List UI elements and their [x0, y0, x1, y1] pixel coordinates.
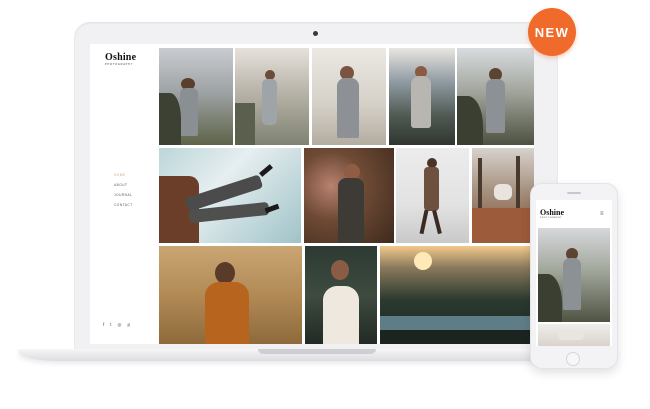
gallery-photo[interactable]: [305, 246, 377, 344]
pinterest-icon[interactable]: p: [127, 322, 130, 328]
nav-item-contact[interactable]: CONTACT: [114, 200, 133, 210]
laptop-notch: [258, 349, 376, 354]
sidebar: Oshine PHOTOGRAPHY HOME ABOUT JOURNAL CO…: [90, 44, 157, 344]
hamburger-menu-icon[interactable]: ≡: [600, 211, 604, 217]
laptop-camera: [313, 31, 318, 36]
product-mockup: Oshine PHOTOGRAPHY HOME ABOUT JOURNAL CO…: [0, 0, 650, 409]
gallery-photo[interactable]: [159, 246, 302, 344]
facebook-icon[interactable]: f: [103, 322, 104, 328]
brand-tagline: PHOTOGRAPHY: [105, 63, 134, 66]
gallery-photo[interactable]: [396, 148, 469, 243]
gallery-photo[interactable]: [389, 48, 455, 145]
gallery-photo[interactable]: [472, 148, 534, 243]
gallery-photo[interactable]: [380, 246, 534, 344]
gallery-photo[interactable]: [235, 48, 309, 145]
mobile-gallery-photo[interactable]: [538, 228, 610, 322]
gallery-photo[interactable]: [457, 48, 534, 145]
mobile-brand-tagline: PHOTOGRAPHY: [540, 217, 563, 219]
nav-item-home[interactable]: HOME: [114, 170, 133, 180]
gallery-photo[interactable]: [312, 48, 386, 145]
laptop-screen: Oshine PHOTOGRAPHY HOME ABOUT JOURNAL CO…: [90, 44, 534, 344]
mobile-brand-logo[interactable]: Oshine: [540, 208, 564, 217]
instagram-icon[interactable]: ◎: [118, 322, 122, 328]
gallery-photo[interactable]: [159, 148, 301, 243]
phone-speaker: [567, 192, 581, 194]
social-links: f t ◎ p: [103, 322, 130, 328]
phone-screen: Oshine PHOTOGRAPHY ≡: [536, 200, 612, 346]
gallery-photo[interactable]: [304, 148, 394, 243]
nav-item-journal[interactable]: JOURNAL: [114, 190, 133, 200]
phone-home-button[interactable]: [566, 352, 580, 366]
gallery-photo[interactable]: [159, 48, 233, 145]
nav-item-about[interactable]: ABOUT: [114, 180, 133, 190]
new-badge: NEW: [528, 8, 576, 56]
brand-logo[interactable]: Oshine: [105, 52, 136, 63]
main-nav: HOME ABOUT JOURNAL CONTACT: [114, 170, 133, 210]
mobile-gallery-photo[interactable]: [538, 324, 610, 346]
twitter-icon[interactable]: t: [110, 322, 111, 328]
